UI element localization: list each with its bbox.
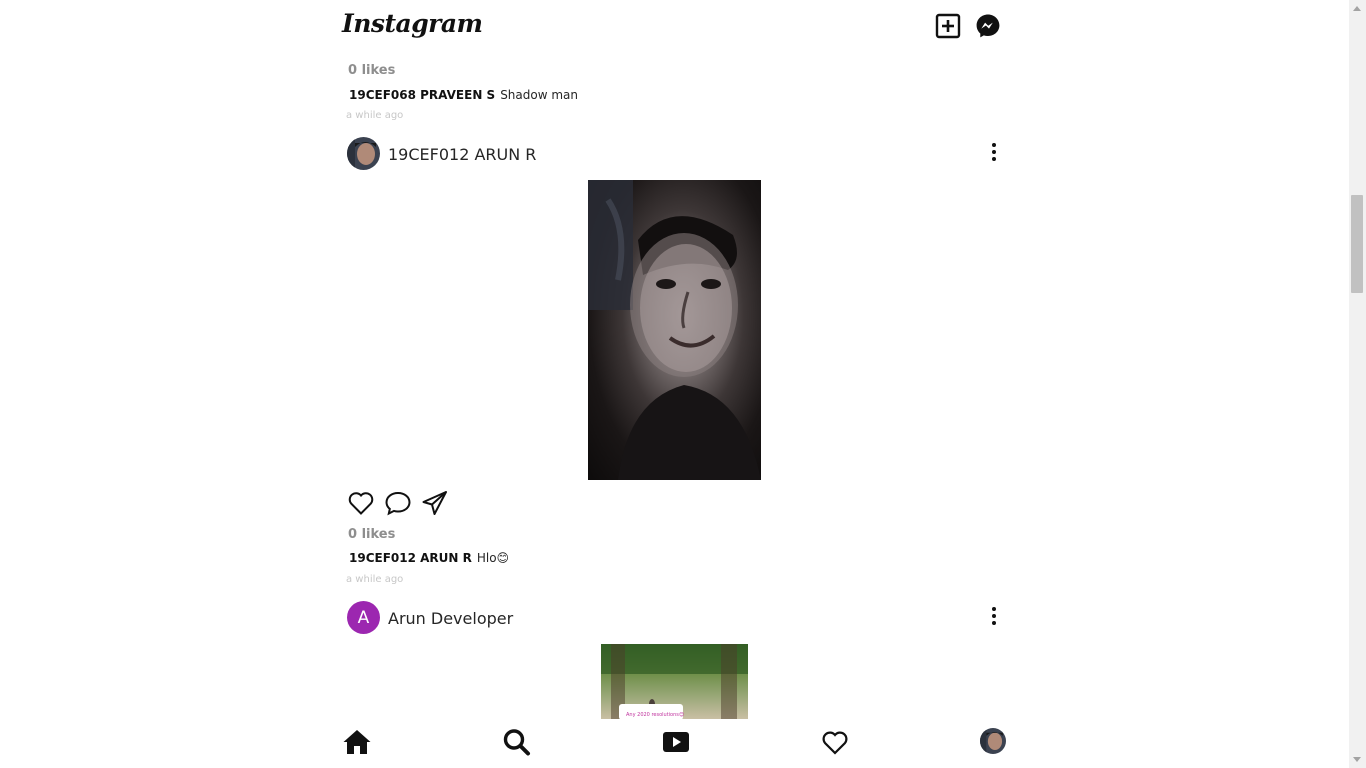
video-icon[interactable] bbox=[661, 728, 691, 756]
more-options-icon[interactable] bbox=[991, 143, 997, 165]
post-header: A Arun Developer bbox=[347, 601, 1007, 635]
post-caption: 19CEF012 ARUN R Hlo😊 bbox=[349, 551, 509, 565]
more-options-icon[interactable] bbox=[991, 607, 997, 629]
bottom-nav bbox=[0, 719, 1349, 768]
scroll-up-arrow[interactable] bbox=[1353, 6, 1361, 11]
post-image[interactable] bbox=[588, 180, 761, 480]
post-username[interactable]: Arun Developer bbox=[388, 609, 513, 628]
image-text-card: Any 2020 resolutions😊 bbox=[619, 704, 685, 719]
caption-username[interactable]: 19CEF068 PRAVEEN S bbox=[349, 88, 495, 102]
previous-post-caption: 19CEF068 PRAVEEN S Shadow man bbox=[349, 88, 578, 102]
instagram-logo[interactable]: Instagram bbox=[342, 9, 483, 38]
top-bar: Instagram bbox=[0, 0, 1349, 52]
previous-post-likes: 0 likes bbox=[348, 63, 396, 78]
post-header: 19CEF012 ARUN R bbox=[347, 137, 1007, 171]
avatar-letter: A bbox=[357, 607, 370, 628]
image-text: Any 2020 resolutions😊 bbox=[626, 712, 685, 718]
post-actions bbox=[347, 489, 457, 517]
post-time: a while ago bbox=[346, 574, 404, 585]
avatar[interactable]: A bbox=[347, 601, 380, 634]
plus-square-icon[interactable] bbox=[935, 13, 961, 39]
avatar[interactable] bbox=[347, 137, 380, 170]
profile-avatar[interactable] bbox=[980, 728, 1006, 754]
caption-username[interactable]: 19CEF012 ARUN R bbox=[349, 551, 472, 565]
post-likes: 0 likes bbox=[348, 527, 396, 542]
page: Instagram 0 likes 19CEF068 PRAVEEN S Shad… bbox=[0, 0, 1366, 768]
share-icon[interactable] bbox=[421, 489, 449, 517]
scroll-down-arrow[interactable] bbox=[1353, 757, 1361, 762]
scrollbar[interactable] bbox=[1349, 0, 1366, 768]
previous-post-time: a while ago bbox=[346, 110, 404, 121]
comment-icon[interactable] bbox=[384, 489, 412, 517]
scroll-thumb[interactable] bbox=[1351, 195, 1363, 293]
like-icon[interactable] bbox=[347, 489, 375, 517]
caption-text: Hlo😊 bbox=[476, 551, 510, 565]
post-username[interactable]: 19CEF012 ARUN R bbox=[388, 145, 536, 164]
search-icon[interactable] bbox=[502, 728, 532, 756]
post-image[interactable]: Any 2020 resolutions😊 bbox=[601, 644, 748, 719]
heart-icon[interactable] bbox=[820, 728, 850, 756]
caption-text: Shadow man bbox=[500, 88, 578, 102]
messenger-icon[interactable] bbox=[975, 13, 1001, 39]
home-icon[interactable] bbox=[342, 728, 372, 756]
